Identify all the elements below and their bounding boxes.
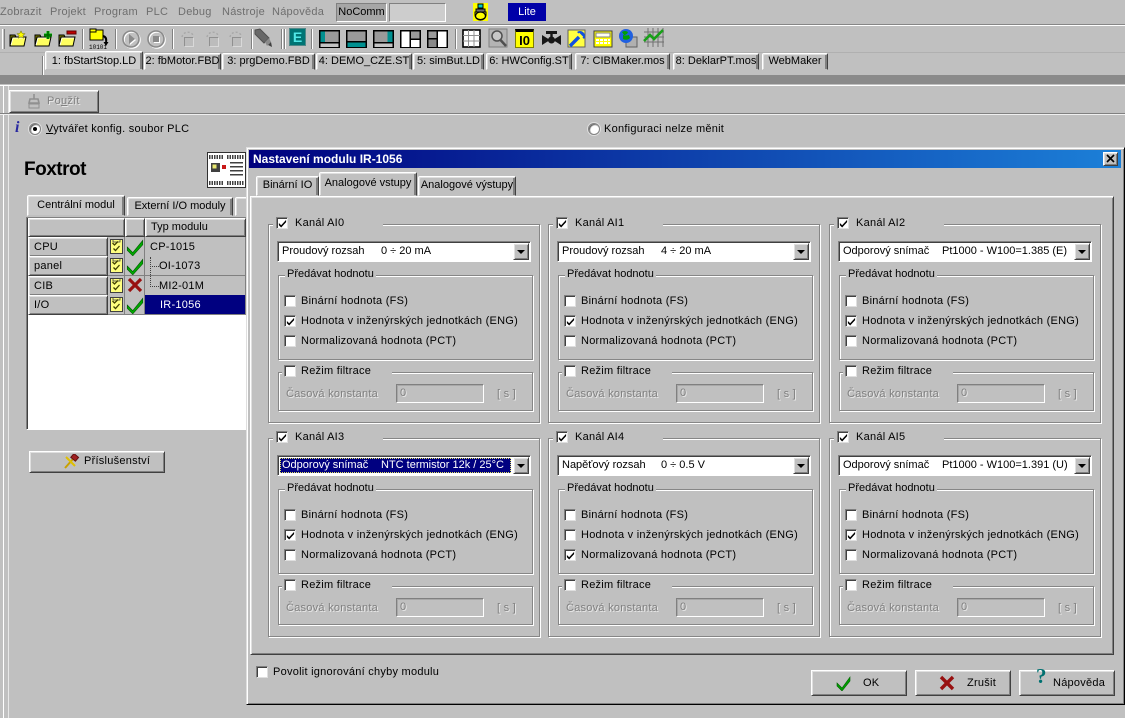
svg-text:10101: 10101 [89,44,107,50]
